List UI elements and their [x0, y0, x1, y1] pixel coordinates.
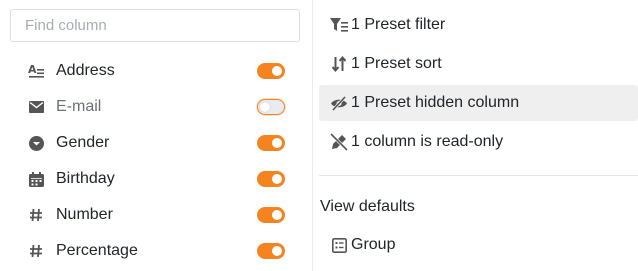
column-visibility-toggle-birthday[interactable] [257, 171, 285, 187]
column-visibility-toggle-gender[interactable] [257, 135, 285, 151]
envelope-icon [27, 98, 45, 116]
panel-divider [312, 0, 313, 271]
column-label: Percentage [56, 242, 138, 259]
column-visibility-toggle-number[interactable] [257, 207, 285, 223]
section-divider [319, 175, 638, 176]
hash-icon [27, 242, 45, 260]
single-select-icon [27, 134, 45, 152]
column-row-number[interactable]: Number [0, 197, 312, 233]
filter-icon [329, 15, 349, 35]
column-label: Number [56, 206, 113, 223]
group-list-icon [329, 235, 349, 255]
column-visibility-toggle-address[interactable] [257, 63, 285, 79]
svg-text:A: A [28, 63, 37, 76]
preset-hidden-column-option[interactable]: 1 Preset hidden column [319, 85, 638, 121]
column-row-gender[interactable]: Gender [0, 125, 312, 161]
column-row-percentage[interactable]: Percentage [0, 233, 312, 269]
find-column-input[interactable] [10, 9, 300, 42]
sort-icon [329, 54, 349, 74]
preset-sort-option[interactable]: 1 Preset sort [319, 46, 638, 82]
calendar-icon [27, 170, 45, 188]
option-label: 1 Preset hidden column [351, 94, 520, 111]
eye-slash-icon [329, 93, 349, 113]
option-label: Group [351, 236, 396, 253]
column-visibility-toggle-email[interactable] [257, 99, 285, 115]
group-option[interactable]: Group [319, 227, 638, 263]
pen-slash-icon [329, 132, 349, 152]
view-defaults-title: View defaults [320, 198, 415, 215]
column-row-email[interactable]: E-mail [0, 89, 312, 125]
option-label: 1 Preset filter [351, 16, 446, 33]
column-label: E-mail [56, 98, 102, 115]
column-row-address[interactable]: A Address [0, 53, 312, 89]
column-list-panel: A Address E-mail Gender Birthday Number [0, 0, 312, 271]
column-label: Birthday [56, 170, 115, 187]
read-only-column-option[interactable]: 1 column is read-only [319, 124, 638, 160]
column-label: Address [56, 62, 115, 79]
option-label: 1 column is read-only [351, 133, 504, 150]
column-row-birthday[interactable]: Birthday [0, 161, 312, 197]
hash-icon [27, 206, 45, 224]
column-label: Gender [56, 134, 110, 151]
option-label: 1 Preset sort [351, 55, 442, 72]
text-icon: A [27, 62, 45, 80]
preset-filter-option[interactable]: 1 Preset filter [319, 7, 638, 43]
column-visibility-toggle-percentage[interactable] [257, 243, 285, 259]
